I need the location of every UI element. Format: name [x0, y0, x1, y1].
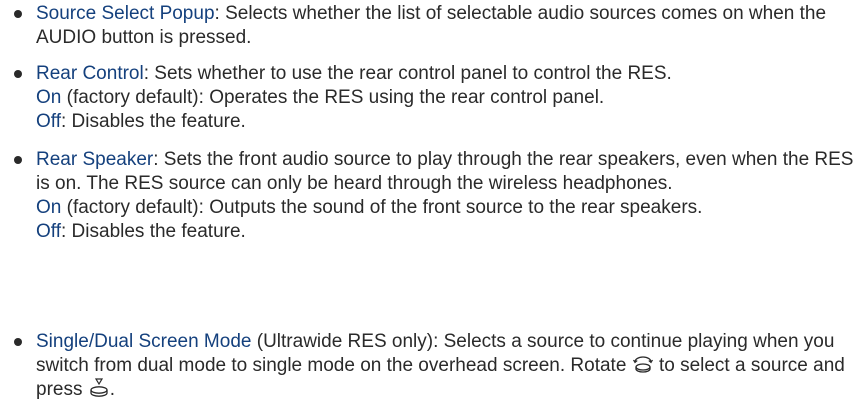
document-page: Source Select Popup: Selects whether the… — [0, 0, 868, 416]
option-on: On — [36, 87, 62, 108]
list-item-source-select-popup: Source Select Popup: Selects whether the… — [14, 2, 856, 50]
option-off: Off — [36, 221, 61, 242]
list-item-rear-control: Rear Control: Sets whether to use the re… — [14, 62, 856, 134]
description: : Sets the front audio source to play th… — [36, 149, 854, 194]
rotate-knob-icon — [632, 354, 654, 374]
list-item-single-dual-screen-mode: Single/Dual Screen Mode (Ultrawide RES o… — [14, 330, 856, 402]
option-on-description: (factory default): Operates the RES usin… — [61, 87, 605, 108]
rotate-text: Rotate — [570, 355, 632, 376]
term-rear-control: Rear Control — [36, 63, 144, 84]
list-item-rear-speaker: Rear Speaker: Sets the front audio sourc… — [14, 148, 856, 244]
option-off-description: : Disables the feature. — [61, 221, 246, 242]
option-on: On — [36, 197, 62, 218]
bullet — [14, 70, 22, 78]
press-knob-icon — [88, 378, 110, 398]
description: : Sets whether to use the rear control p… — [143, 63, 672, 84]
option-off-description: : Disables the feature. — [61, 111, 246, 132]
term-rear-speaker: Rear Speaker — [36, 149, 154, 170]
term-source-select-popup: Source Select Popup — [36, 3, 215, 24]
bullet — [14, 156, 22, 164]
bullet — [14, 338, 22, 346]
option-off: Off — [36, 111, 61, 132]
end-text: . — [109, 379, 116, 400]
term-single-dual-screen-mode: Single/Dual Screen Mode — [36, 331, 252, 352]
option-on-description: (factory default): Outputs the sound of … — [61, 197, 703, 218]
bullet — [14, 10, 22, 18]
